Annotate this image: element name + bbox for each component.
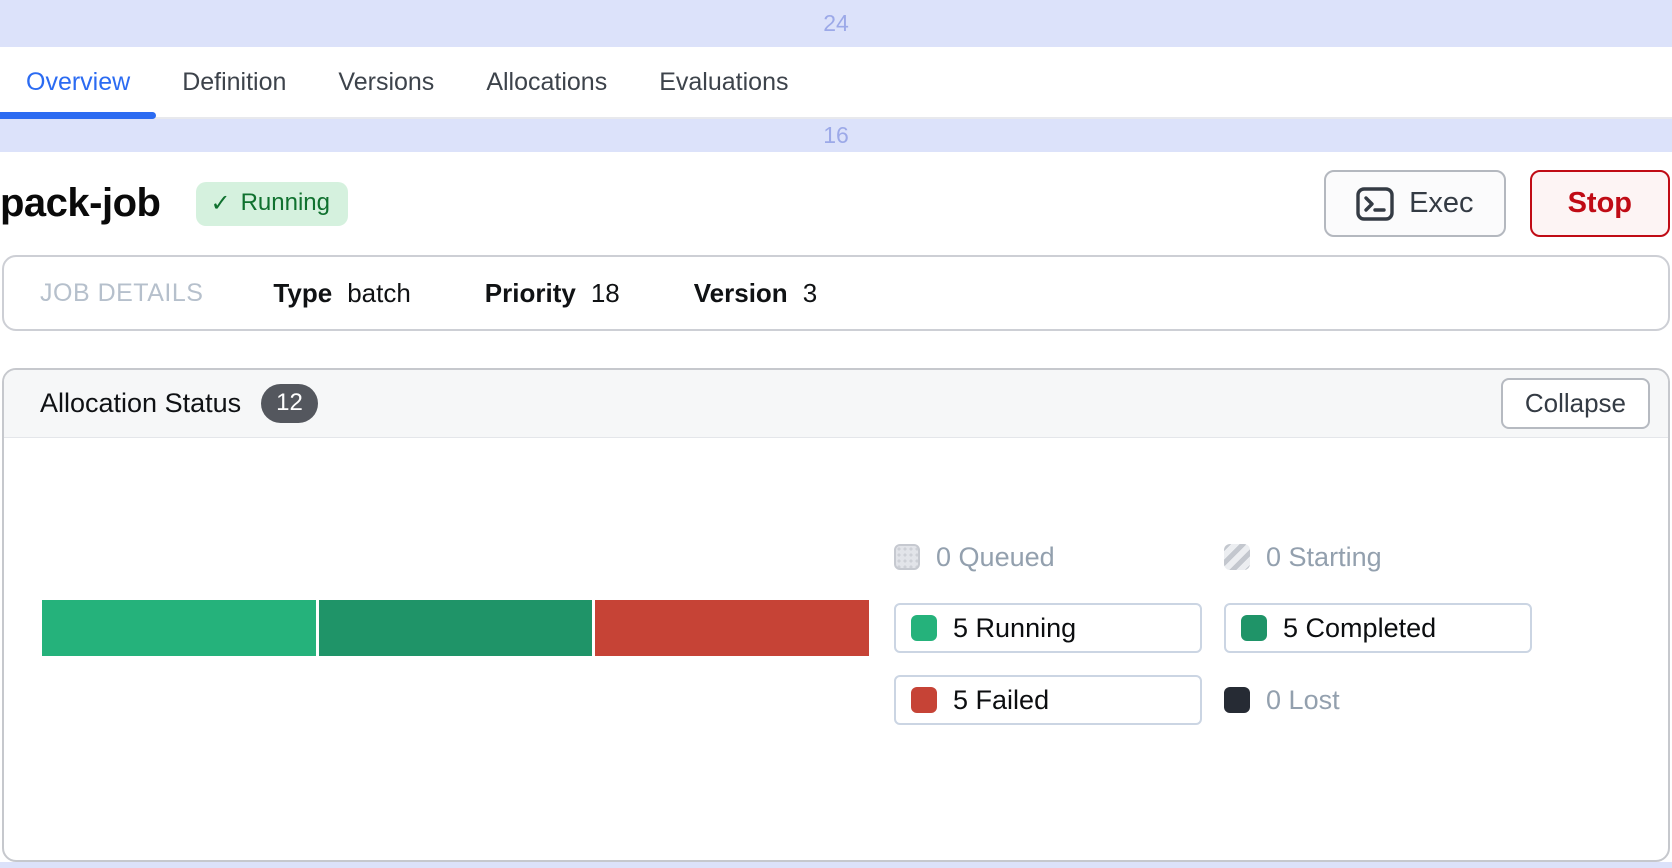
job-tabbar: Overview Definition Versions Allocations… — [0, 47, 1672, 119]
allocation-count-badge: 12 — [261, 384, 318, 423]
tab-versions[interactable]: Versions — [312, 47, 460, 117]
tab-versions-label: Versions — [338, 68, 434, 97]
job-details-panel: JOB DETAILS Type batch Priority 18 Versi… — [2, 255, 1670, 331]
legend-running-label: 5 Running — [953, 613, 1076, 644]
tab-evaluations[interactable]: Evaluations — [633, 47, 814, 117]
allocation-bar-wrap — [42, 533, 869, 725]
completed-swatch-icon — [1241, 615, 1267, 641]
collapse-button[interactable]: Collapse — [1501, 378, 1650, 429]
allocation-legend: 0 Queued 0 Starting 5 Running 5 Complete… — [894, 533, 1532, 725]
bar-segment-completed[interactable] — [319, 600, 593, 656]
stop-button-label: Stop — [1568, 187, 1632, 220]
legend-queued-label: 0 Queued — [936, 542, 1055, 573]
allocation-chart: 0 Queued 0 Starting 5 Running 5 Complete… — [4, 533, 1668, 725]
detail-field-version: Version 3 — [694, 278, 817, 309]
legend-item-starting: 0 Starting — [1224, 533, 1532, 581]
allocation-status-title: Allocation Status — [40, 388, 241, 419]
allocation-stacked-bar — [42, 600, 869, 656]
queued-swatch-icon — [894, 544, 920, 570]
spacing-ruler-top-label: 24 — [823, 10, 849, 37]
exec-button-label: Exec — [1409, 187, 1473, 220]
tab-definition-label: Definition — [182, 68, 286, 97]
legend-item-running[interactable]: 5 Running — [894, 603, 1202, 653]
detail-field-type: Type batch — [273, 278, 410, 309]
legend-lost-label: 0 Lost — [1266, 685, 1340, 716]
exec-button[interactable]: Exec — [1324, 170, 1505, 237]
check-icon: ✓ — [210, 189, 230, 218]
legend-completed-label: 5 Completed — [1283, 613, 1436, 644]
failed-swatch-icon — [911, 687, 937, 713]
status-badge-label: Running — [241, 189, 330, 217]
terminal-icon — [1356, 187, 1394, 221]
spacing-ruler-middle: 16 — [0, 119, 1672, 152]
status-badge: ✓ Running — [196, 182, 348, 226]
legend-item-queued: 0 Queued — [894, 533, 1202, 581]
spacing-ruler-top: 24 — [0, 0, 1672, 47]
detail-field-priority: Priority 18 — [485, 278, 620, 309]
tab-evaluations-label: Evaluations — [659, 68, 788, 97]
legend-item-lost: 0 Lost — [1224, 675, 1532, 725]
detail-value-type: batch — [347, 278, 411, 309]
legend-item-failed[interactable]: 5 Failed — [894, 675, 1202, 725]
lost-swatch-icon — [1224, 687, 1250, 713]
stop-button[interactable]: Stop — [1530, 170, 1670, 237]
detail-label-version: Version — [694, 278, 788, 309]
job-header: pack-job ✓ Running Exec Stop — [0, 152, 1672, 255]
bar-segment-running[interactable] — [42, 600, 316, 656]
tab-allocations[interactable]: Allocations — [460, 47, 633, 117]
starting-swatch-icon — [1224, 544, 1250, 570]
spacing-ruler-bottom — [0, 862, 1672, 868]
bar-segment-failed[interactable] — [595, 600, 869, 656]
tab-allocations-label: Allocations — [486, 68, 607, 97]
tab-definition[interactable]: Definition — [156, 47, 312, 117]
allocation-status-header: Allocation Status 12 Collapse — [4, 370, 1668, 438]
legend-item-completed[interactable]: 5 Completed — [1224, 603, 1532, 653]
tab-overview[interactable]: Overview — [0, 47, 156, 117]
spacing-ruler-middle-label: 16 — [823, 122, 849, 149]
detail-label-priority: Priority — [485, 278, 576, 309]
job-details-heading: JOB DETAILS — [40, 279, 203, 308]
legend-failed-label: 5 Failed — [953, 685, 1049, 716]
detail-value-priority: 18 — [591, 278, 620, 309]
page-title: pack-job — [0, 181, 160, 226]
detail-value-version: 3 — [803, 278, 817, 309]
running-swatch-icon — [911, 615, 937, 641]
tab-overview-label: Overview — [26, 68, 130, 97]
allocation-status-panel: Allocation Status 12 Collapse 0 Queued 0… — [2, 368, 1670, 862]
legend-starting-label: 0 Starting — [1266, 542, 1382, 573]
detail-label-type: Type — [273, 278, 332, 309]
